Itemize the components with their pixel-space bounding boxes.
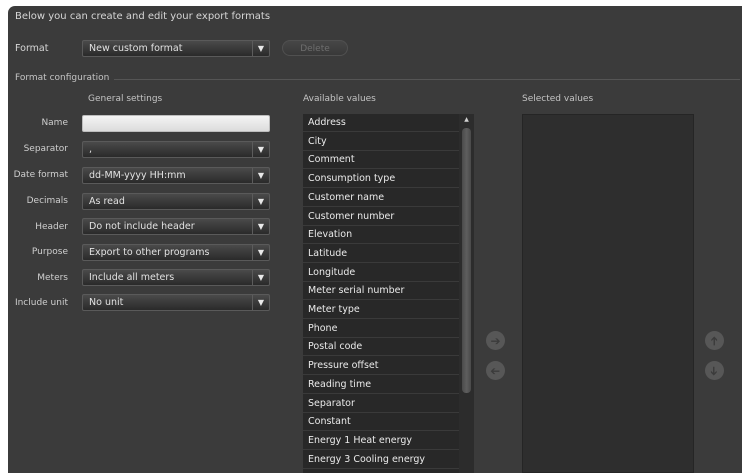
decimals-label: Decimals [26,196,68,206]
list-item[interactable]: Customer name [303,189,459,207]
list-item[interactable]: Elevation [303,226,459,245]
list-item[interactable]: Address [303,114,459,132]
list-item[interactable]: Longitude [303,264,459,282]
header-label: Header [35,222,68,232]
separator-label: Separator [23,144,68,154]
list-item[interactable]: Meter serial number [303,282,459,301]
separator-select-value: , [89,144,93,155]
scroll-thumb[interactable] [462,128,471,393]
scroll-up-arrow-icon[interactable]: ▲ [459,116,474,126]
purpose-select[interactable]: Export to other programs ▼ [82,244,270,261]
list-item[interactable]: Constant [303,413,459,432]
format-select-value: New custom format [89,43,183,54]
purpose-label: Purpose [31,247,68,257]
move-up-button[interactable]: ➔ [705,331,724,350]
include-unit-select-value: No unit [89,297,124,308]
include-unit-select[interactable]: No unit ▼ [82,294,270,311]
list-item[interactable]: Separator [303,395,459,413]
format-label: Format [15,43,49,54]
decimals-select-value: As read [89,196,125,207]
list-item[interactable]: Consumption type [303,170,459,189]
list-item[interactable]: Phone [303,320,459,338]
list-item[interactable]: Customer number [303,208,459,226]
move-down-button[interactable]: ➔ [705,361,724,380]
meters-label: Meters [37,273,68,283]
arrow-down-icon: ➔ [707,365,722,376]
delete-button[interactable]: Delete [282,40,348,56]
chevron-down-icon: ▼ [252,295,269,310]
decimals-select[interactable]: As read ▼ [82,193,270,210]
name-input[interactable] [82,115,270,132]
available-values-title: Available values [303,94,376,104]
list-item[interactable]: Pressure offset [303,357,459,376]
chevron-down-icon: ▼ [252,168,269,183]
selected-values-list[interactable] [522,114,694,473]
include-unit-label: Include unit [14,298,68,308]
export-formats-panel: Below you can create and edit your expor… [8,6,742,473]
meters-select[interactable]: Include all meters ▼ [82,269,270,286]
chevron-down-icon: ▼ [252,245,269,260]
selected-values-title: Selected values [522,94,594,104]
chevron-down-icon: ▼ [252,270,269,285]
intro-text: Below you can create and edit your expor… [15,11,271,22]
list-item[interactable]: Postal code [303,338,459,357]
general-settings-title: General settings [88,94,163,104]
header-select[interactable]: Do not include header ▼ [82,218,270,235]
date-format-select[interactable]: dd-MM-yyyy HH:mm ▼ [82,167,270,184]
chevron-down-icon: ▼ [252,194,269,209]
date-format-label: Date format [13,170,68,180]
arrow-right-icon: ➔ [490,333,501,348]
list-item[interactable]: City [303,133,459,151]
format-select[interactable]: New custom format ▼ [82,40,270,57]
list-item[interactable]: Meter type [303,301,459,319]
chevron-down-icon: ▼ [252,219,269,234]
list-item[interactable]: Latitude [303,245,459,263]
chevron-down-icon: ▼ [252,41,269,56]
list-item[interactable]: Energy 1 Heat energy [303,432,459,450]
arrow-up-icon: ➔ [707,335,722,346]
fieldset-divider [114,79,740,80]
add-value-button[interactable]: ➔ [486,331,505,350]
available-values-list[interactable]: Address City Comment Consumption type Custom… [303,114,474,473]
list-item[interactable]: Reading time [303,376,459,394]
chevron-down-icon: ▼ [252,142,269,157]
arrow-left-icon: ➔ [490,363,501,378]
format-configuration-legend: Format configuration [15,73,110,83]
meters-select-value: Include all meters [89,272,175,283]
list-item[interactable]: Comment [303,151,459,170]
separator-select[interactable]: , ▼ [82,141,270,158]
header-select-value: Do not include header [89,221,195,232]
remove-value-button[interactable]: ➔ [486,361,505,380]
list-item[interactable]: Energy 3 Cooling energy [303,451,459,469]
available-values-scrollbar[interactable]: ▲ [459,114,474,473]
purpose-select-value: Export to other programs [89,247,210,258]
date-format-select-value: dd-MM-yyyy HH:mm [89,170,186,181]
name-label: Name [41,118,68,128]
